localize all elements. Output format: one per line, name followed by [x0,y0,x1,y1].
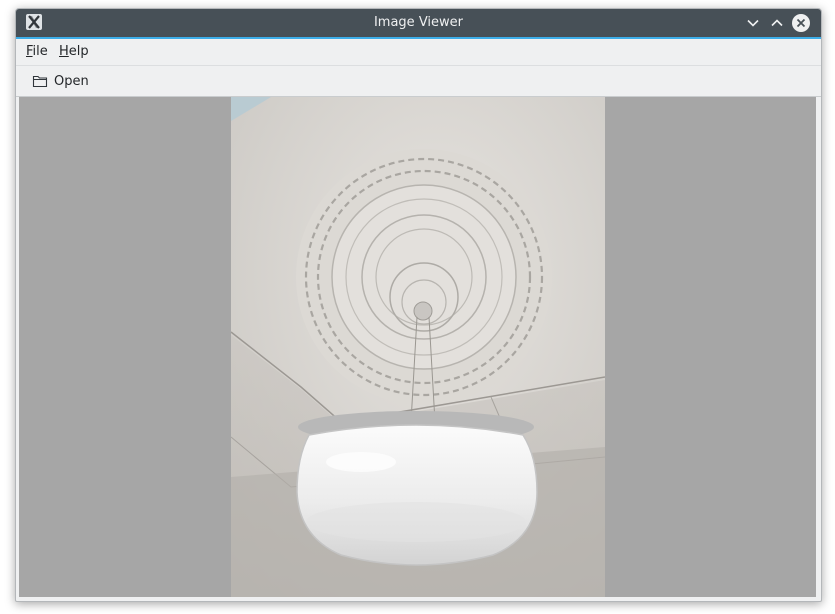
title-bar[interactable]: Image Viewer [16,9,821,39]
close-button[interactable] [791,13,811,33]
menu-help-label: elp [68,44,89,59]
window-title: Image Viewer [373,15,464,30]
chevron-down-icon [747,19,759,27]
close-icon [792,14,810,32]
maximize-button[interactable] [767,13,787,33]
menu-help-mnemonic: H [59,44,69,59]
menu-bar: File Help [16,39,821,66]
ceiling-lamp-photo [231,97,605,597]
open-button[interactable]: Open [26,69,95,93]
open-button-label: Open [54,73,89,89]
toolbar: Open [16,66,821,97]
folder-open-icon [32,75,48,88]
menu-help[interactable]: Help [59,39,89,65]
image-viewport[interactable] [19,97,816,597]
app-window: Image Viewer File Help Open [15,8,822,602]
menu-file[interactable]: File [26,39,48,65]
minimize-button[interactable] [743,13,763,33]
menu-file-label: ile [32,44,48,59]
chevron-up-icon [771,19,783,27]
